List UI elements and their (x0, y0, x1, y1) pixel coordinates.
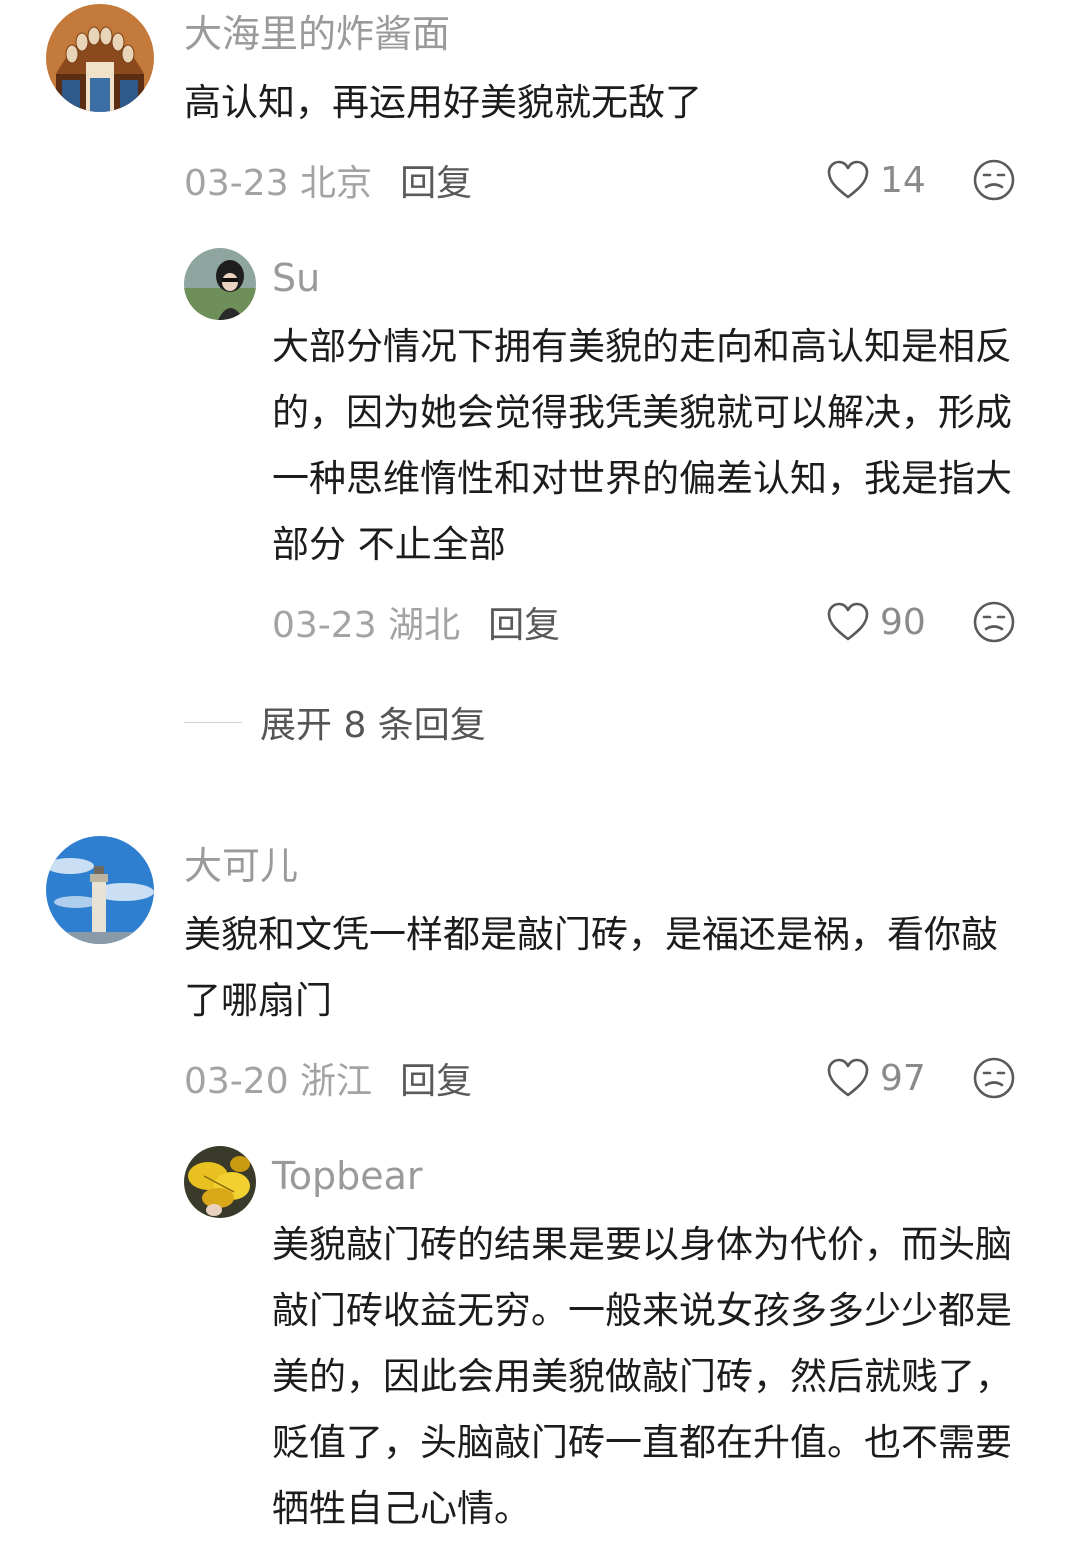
like-count: 97 (880, 1057, 926, 1099)
meh-face-icon (973, 1057, 1015, 1099)
reply-date-location: 03-23 湖北 (272, 605, 461, 646)
reply-text: 大部分情况下拥有美貌的走向和高认知是相反的，因为她会觉得我凭美貌就可以解决，形成… (272, 325, 1012, 566)
reply-meta: 03-23 湖北 回复 (272, 596, 560, 648)
reply-text: 美貌敲门砖的结果是要以身体为代价，而头脑敲门砖收益无穷。一般来说女孩多多少少都是… (272, 1223, 1012, 1530)
heart-outline-icon (827, 160, 869, 199)
like-button[interactable]: 90 (826, 596, 926, 648)
comment-meta: 03-23 北京 回复 (184, 154, 472, 206)
like-button[interactable]: 97 (826, 1052, 926, 1104)
heart-outline-icon (827, 1058, 869, 1097)
heart-outline-icon (827, 602, 869, 641)
reply-button[interactable]: 回复 (488, 596, 560, 648)
stained-glass-avatar[interactable] (46, 4, 154, 112)
comment-text: 高认知，再运用好美貌就无敌了 (184, 81, 702, 124)
lighthouse-sky-avatar[interactable] (46, 836, 154, 944)
comment-username[interactable]: 大海里的炸酱面 (184, 10, 450, 58)
like-count: 14 (880, 159, 926, 201)
emoji-reaction-button[interactable] (972, 1056, 1016, 1100)
meh-face-icon (973, 601, 1015, 643)
comment-date-location: 03-23 北京 (184, 163, 373, 204)
like-button[interactable]: 14 (826, 154, 926, 206)
yellow-leaves-avatar[interactable] (184, 1146, 256, 1218)
expand-divider (184, 721, 242, 723)
comment-meta: 03-20 浙江 回复 (184, 1052, 472, 1104)
reply-username[interactable]: Topbear (272, 1152, 423, 1200)
emoji-reaction-button[interactable] (972, 600, 1016, 644)
meh-face-icon (973, 159, 1015, 201)
comment-username[interactable]: 大可儿 (184, 842, 298, 890)
comment-date-location: 03-20 浙江 (184, 1061, 373, 1102)
emoji-reaction-button[interactable] (972, 158, 1016, 202)
expand-replies-label: 展开 8 条回复 (260, 705, 486, 746)
reply-button[interactable]: 回复 (400, 154, 472, 206)
comment-text: 美貌和文凭一样都是敲门砖，是福还是祸，看你敲了哪扇门 (184, 913, 998, 1022)
reply-username[interactable]: Su (272, 254, 320, 302)
like-count: 90 (880, 601, 926, 643)
portrait-avatar[interactable] (184, 248, 256, 320)
expand-replies-button[interactable]: 展开 8 条回复 (184, 698, 486, 746)
reply-button[interactable]: 回复 (400, 1052, 472, 1104)
comment-list: 大海里的炸酱面 高认知，再运用好美貌就无敌了 03-23 北京 回复 14 Su… (0, 0, 1080, 1548)
